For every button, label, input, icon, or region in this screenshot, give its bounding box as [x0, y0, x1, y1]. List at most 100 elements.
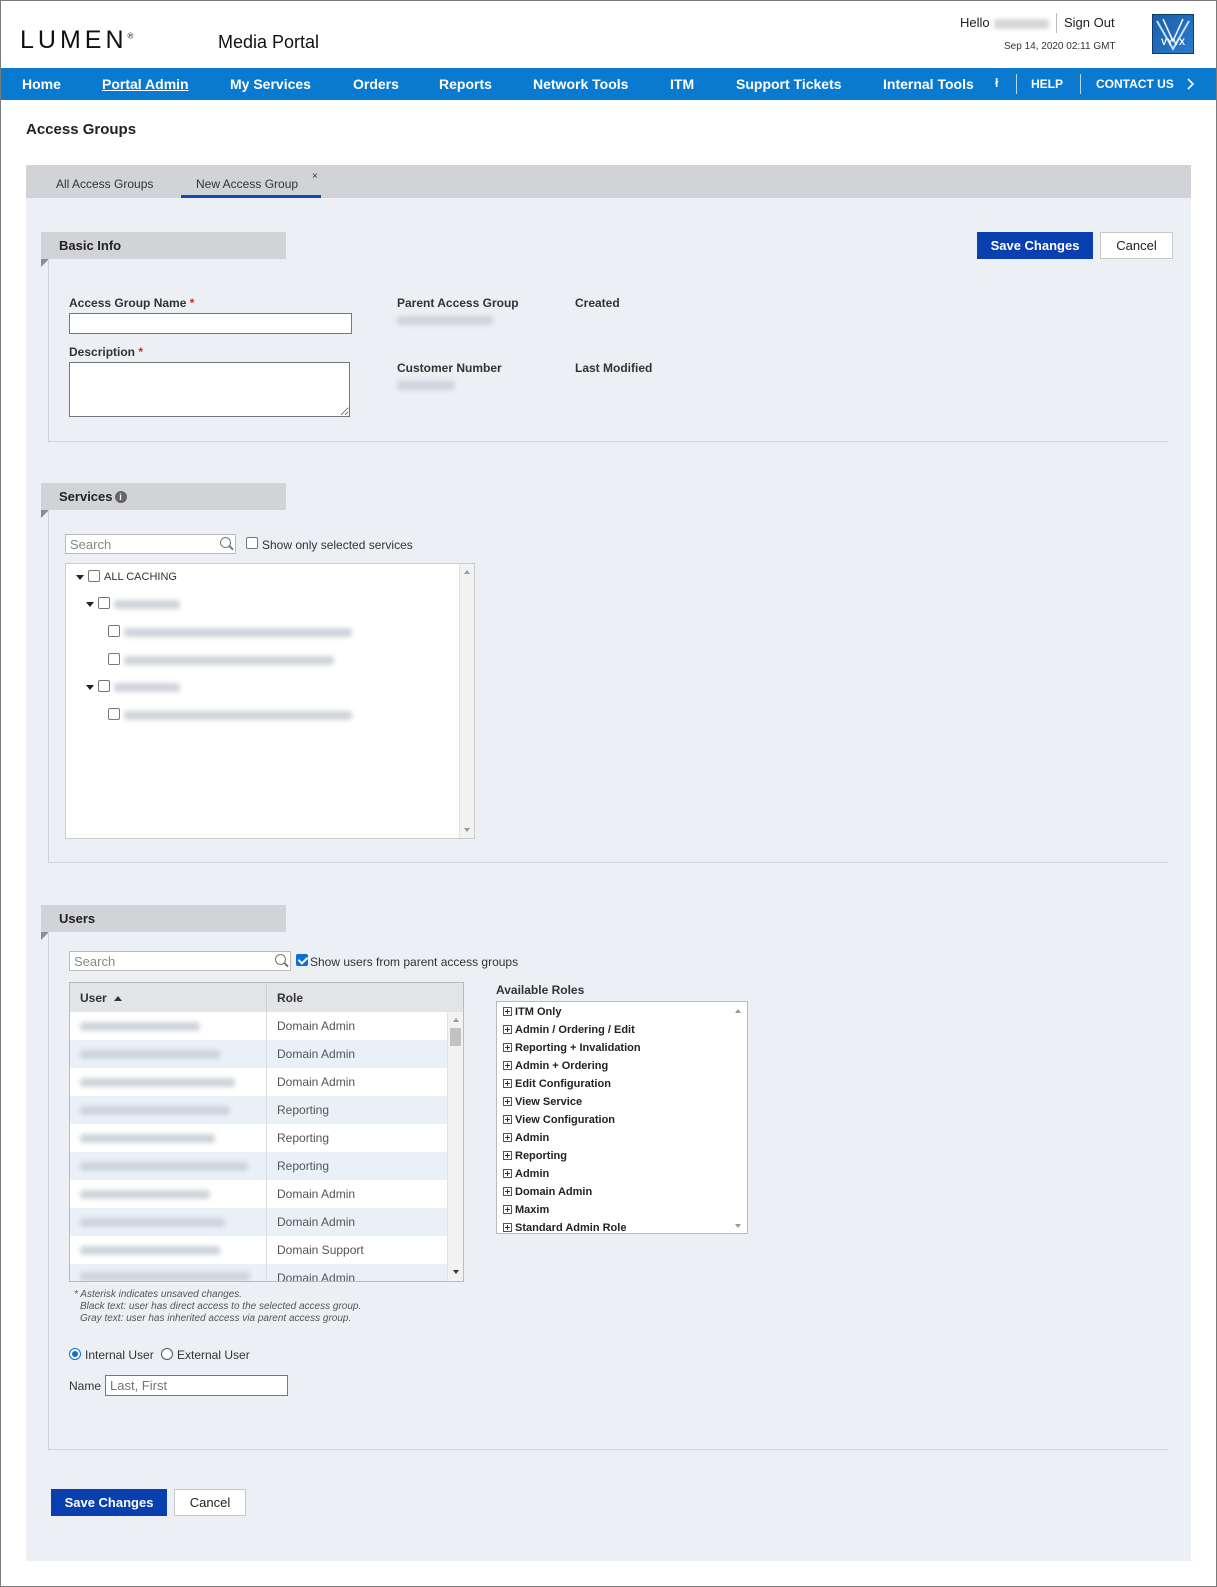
services-header: Services i [41, 483, 286, 510]
role-item[interactable]: View Service [503, 1096, 582, 1108]
tree-node-redacted [114, 683, 180, 692]
content-area: All Access Groups New Access Group × Bas… [26, 165, 1191, 1561]
column-header-role[interactable]: Role [267, 983, 463, 1012]
scroll-down-icon[interactable] [453, 1270, 459, 1274]
tree-checkbox[interactable] [108, 625, 120, 637]
expand-plus-icon[interactable] [503, 1007, 512, 1016]
role-item[interactable]: Standard Admin Role [503, 1222, 626, 1234]
expand-toggle-icon[interactable] [86, 602, 94, 607]
nav-help[interactable]: HELP [1031, 77, 1063, 91]
table-row[interactable]: Domain Admin [70, 1040, 447, 1068]
tree-checkbox[interactable] [108, 653, 120, 665]
cancel-button[interactable]: Cancel [1100, 232, 1173, 259]
tree-node-redacted [124, 711, 352, 720]
table-row[interactable]: Domain Support [70, 1236, 447, 1264]
access-group-name-input[interactable] [69, 313, 352, 334]
nav-contact-us[interactable]: CONTACT US [1096, 77, 1174, 91]
expand-plus-icon[interactable] [503, 1151, 512, 1160]
role-item[interactable]: Domain Admin [503, 1186, 592, 1198]
role-item[interactable]: Maxim [503, 1204, 549, 1216]
expand-plus-icon[interactable] [503, 1043, 512, 1052]
expand-plus-icon[interactable] [503, 1097, 512, 1106]
scroll-up-icon[interactable] [735, 1009, 741, 1013]
expand-plus-icon[interactable] [503, 1169, 512, 1178]
search-icon[interactable] [220, 537, 231, 548]
expand-toggle-icon[interactable] [76, 575, 84, 580]
tree-scrollbar[interactable] [459, 564, 474, 838]
table-row[interactable]: Reporting [70, 1124, 447, 1152]
scroll-up-icon[interactable] [453, 1018, 459, 1022]
user-name-input[interactable] [105, 1375, 288, 1396]
scroll-up-icon[interactable] [464, 570, 470, 574]
role-item[interactable]: Edit Configuration [503, 1078, 611, 1090]
scroll-down-icon[interactable] [735, 1224, 741, 1228]
table-row[interactable]: Domain Admin [70, 1180, 447, 1208]
nav-reports[interactable]: Reports [439, 76, 492, 92]
nav-internal-tools[interactable]: Internal Tools [883, 76, 974, 92]
table-row[interactable]: Domain Admin [70, 1068, 447, 1096]
users-table-scrollbar[interactable] [447, 1012, 463, 1281]
role-item[interactable]: Admin / Ordering / Edit [503, 1024, 635, 1036]
tree-checkbox-all-caching[interactable] [88, 570, 100, 582]
users-table: User Role Domain Admin Domain Admin Doma… [69, 982, 464, 1282]
external-user-radio[interactable] [161, 1348, 173, 1360]
expand-plus-icon[interactable] [503, 1025, 512, 1034]
tab-close-icon[interactable]: × [312, 171, 318, 182]
user-email-redacted [80, 1190, 210, 1199]
info-icon[interactable]: i [114, 491, 127, 503]
table-row[interactable]: Domain Admin [70, 1012, 447, 1040]
nav-my-services[interactable]: My Services [230, 76, 311, 92]
scroll-thumb[interactable] [450, 1028, 461, 1046]
footer-save-changes-button[interactable]: Save Changes [51, 1489, 167, 1516]
description-textarea[interactable] [69, 362, 350, 417]
lumen-logo[interactable]: LUMEN® [20, 26, 133, 55]
table-row[interactable]: Reporting [70, 1152, 447, 1180]
footer-cancel-button[interactable]: Cancel [174, 1489, 246, 1516]
role-item[interactable]: Admin + Ordering [503, 1060, 608, 1072]
users-search-input[interactable]: Search [69, 951, 291, 971]
sort-ascending-icon[interactable] [114, 995, 123, 1001]
nav-orders[interactable]: Orders [353, 76, 399, 92]
role-item[interactable]: ITM Only [503, 1006, 561, 1018]
chevron-right-icon[interactable] [1187, 78, 1195, 90]
role-item[interactable]: Admin [503, 1168, 549, 1180]
table-row[interactable]: Domain Admin [70, 1208, 447, 1236]
expand-plus-icon[interactable] [503, 1115, 512, 1124]
show-parent-users-checkbox[interactable] [296, 954, 308, 966]
role-item[interactable]: View Configuration [503, 1114, 615, 1126]
tab-new-access-group[interactable]: New Access Group [196, 177, 298, 191]
show-selected-services-checkbox[interactable] [246, 537, 258, 549]
tree-checkbox[interactable] [98, 680, 110, 692]
expand-plus-icon[interactable] [503, 1205, 512, 1214]
column-header-user[interactable]: User [70, 983, 267, 1012]
nav-support-tickets[interactable]: Support Tickets [736, 76, 842, 92]
sign-out-link[interactable]: Sign Out [1064, 15, 1115, 30]
services-search-input[interactable]: Search [65, 534, 236, 554]
parent-access-group-value-redacted [397, 316, 493, 325]
expand-plus-icon[interactable] [503, 1223, 512, 1232]
scroll-down-icon[interactable] [464, 828, 470, 832]
save-changes-button[interactable]: Save Changes [977, 232, 1093, 259]
expand-toggle-icon[interactable] [86, 685, 94, 690]
tree-checkbox[interactable] [108, 708, 120, 720]
expand-plus-icon[interactable] [503, 1061, 512, 1070]
tree-checkbox[interactable] [98, 597, 110, 609]
nav-portal-admin[interactable]: Portal Admin [102, 76, 189, 92]
nav-home[interactable]: Home [22, 76, 61, 92]
nav-network-tools[interactable]: Network Tools [533, 76, 628, 92]
table-row[interactable]: Reporting [70, 1096, 447, 1124]
search-icon[interactable] [275, 954, 286, 965]
role-item[interactable]: Reporting + Invalidation [503, 1042, 641, 1054]
table-row[interactable]: Domain Admin [70, 1264, 447, 1281]
nav-itm[interactable]: ITM [670, 76, 694, 92]
role-item[interactable]: Admin [503, 1132, 549, 1144]
name-label: Name [69, 1379, 102, 1393]
expand-plus-icon[interactable] [503, 1187, 512, 1196]
tab-all-access-groups[interactable]: All Access Groups [56, 177, 153, 191]
user-role: Reporting [266, 1124, 339, 1152]
nav-overflow-icon[interactable]: ł [995, 76, 998, 90]
expand-plus-icon[interactable] [503, 1133, 512, 1142]
expand-plus-icon[interactable] [503, 1079, 512, 1088]
internal-user-radio[interactable] [69, 1348, 81, 1360]
role-item[interactable]: Reporting [503, 1150, 567, 1162]
